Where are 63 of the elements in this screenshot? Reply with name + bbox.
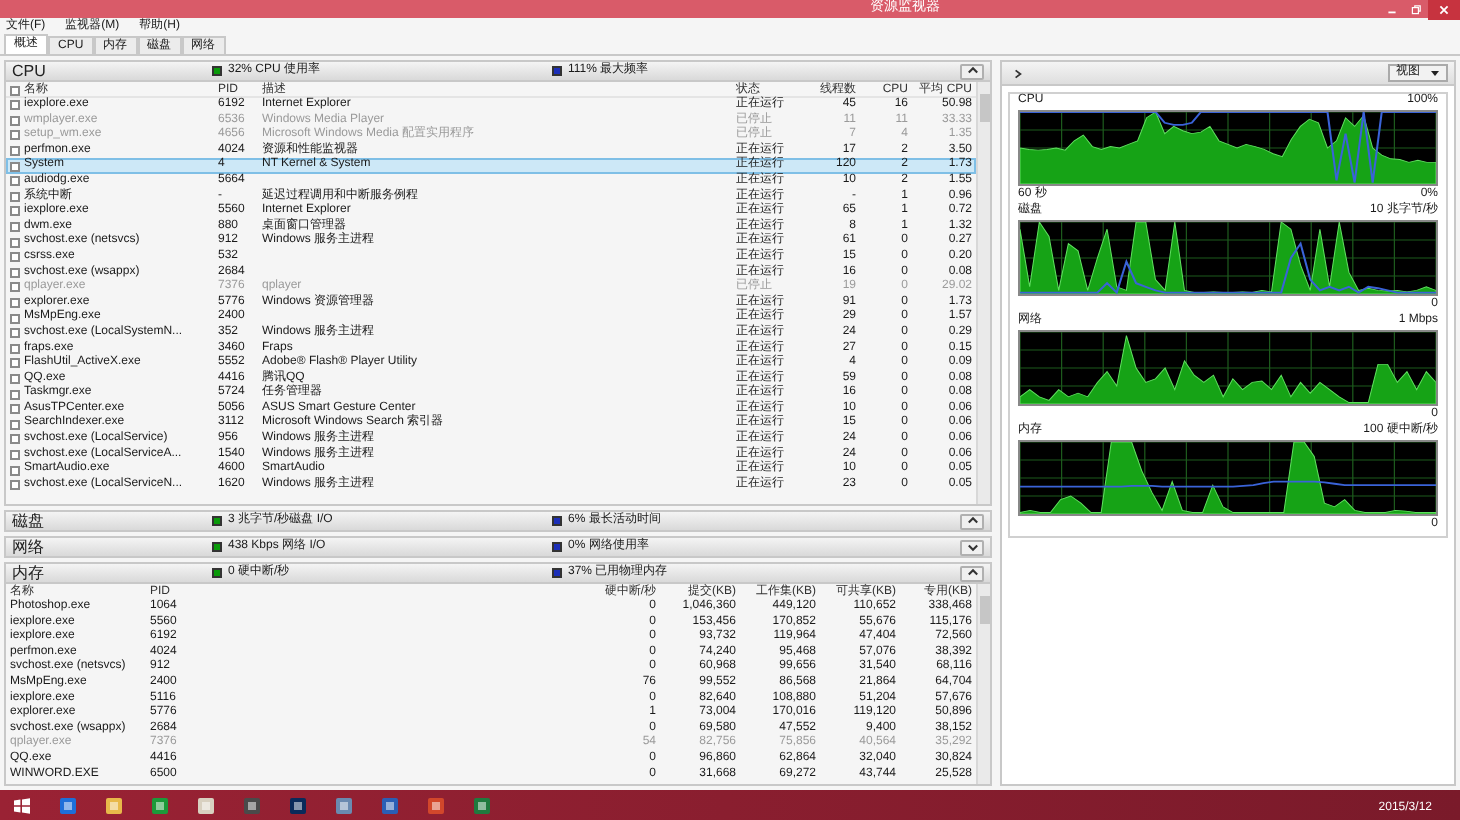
- app-icon: [425, 795, 445, 815]
- close-button[interactable]: [1428, 0, 1460, 19]
- checkbox[interactable]: [10, 419, 20, 430]
- checkbox[interactable]: [10, 130, 20, 141]
- section-title: CPU: [12, 59, 48, 82]
- checkbox[interactable]: [10, 373, 20, 384]
- checkbox[interactable]: [10, 146, 20, 157]
- checkbox[interactable]: [10, 313, 20, 324]
- checkbox[interactable]: [10, 86, 20, 96]
- legend-square-icon: [212, 568, 222, 578]
- checkbox[interactable]: [10, 328, 20, 339]
- checkbox[interactable]: [10, 252, 20, 263]
- windows-icon: [14, 797, 30, 813]
- collapse-button[interactable]: [960, 63, 984, 79]
- collapse-button[interactable]: [960, 539, 984, 555]
- section-title: 网络: [12, 535, 46, 559]
- legend-square-icon: [552, 568, 562, 578]
- checkbox[interactable]: [10, 465, 20, 476]
- checkbox[interactable]: [10, 100, 20, 111]
- dropdown-icon: [1430, 68, 1440, 78]
- collapse-button[interactable]: [960, 565, 984, 581]
- app-icon: [333, 795, 353, 815]
- app-icon: [241, 795, 261, 815]
- checkbox[interactable]: [10, 389, 20, 400]
- checkbox[interactable]: [10, 480, 20, 491]
- legend-square-icon: [552, 516, 562, 526]
- checkbox[interactable]: [10, 176, 20, 187]
- app-icon: [287, 795, 307, 815]
- chevron-right-icon: [1012, 67, 1024, 79]
- checkbox[interactable]: [10, 161, 20, 172]
- legend-square-icon: [212, 66, 222, 76]
- checkbox[interactable]: [10, 206, 20, 217]
- app-icon: [57, 795, 77, 815]
- legend-square-icon: [212, 542, 222, 552]
- checkbox[interactable]: [10, 237, 20, 248]
- section-title: 内存: [12, 561, 46, 584]
- checkbox[interactable]: [10, 191, 20, 202]
- app-icon: [195, 795, 215, 815]
- app-icon: [379, 795, 399, 815]
- collapse-button[interactable]: [960, 513, 984, 529]
- checkbox[interactable]: [10, 358, 20, 369]
- checkbox[interactable]: [10, 282, 20, 293]
- app-icon: [149, 795, 169, 815]
- scrollbar-thumb[interactable]: [979, 94, 989, 122]
- checkbox[interactable]: [10, 115, 20, 126]
- section-title: 磁盘: [12, 509, 46, 533]
- scrollbar[interactable]: [976, 82, 990, 504]
- checkbox[interactable]: [10, 267, 20, 278]
- checkbox[interactable]: [10, 298, 20, 309]
- legend-square-icon: [552, 66, 562, 76]
- checkbox[interactable]: [10, 434, 20, 445]
- checkbox[interactable]: [10, 404, 20, 415]
- checkbox[interactable]: [10, 343, 20, 354]
- scrollbar-thumb[interactable]: [979, 596, 989, 624]
- restore-icon: [1410, 3, 1422, 15]
- app-icon: [471, 795, 491, 815]
- close-icon: [1438, 3, 1450, 15]
- legend-square-icon: [212, 516, 222, 526]
- checkbox[interactable]: [10, 222, 20, 233]
- legend-square-icon: [552, 542, 562, 552]
- scrollbar[interactable]: [976, 584, 990, 784]
- checkbox[interactable]: [10, 449, 20, 460]
- app-icon: [103, 795, 123, 815]
